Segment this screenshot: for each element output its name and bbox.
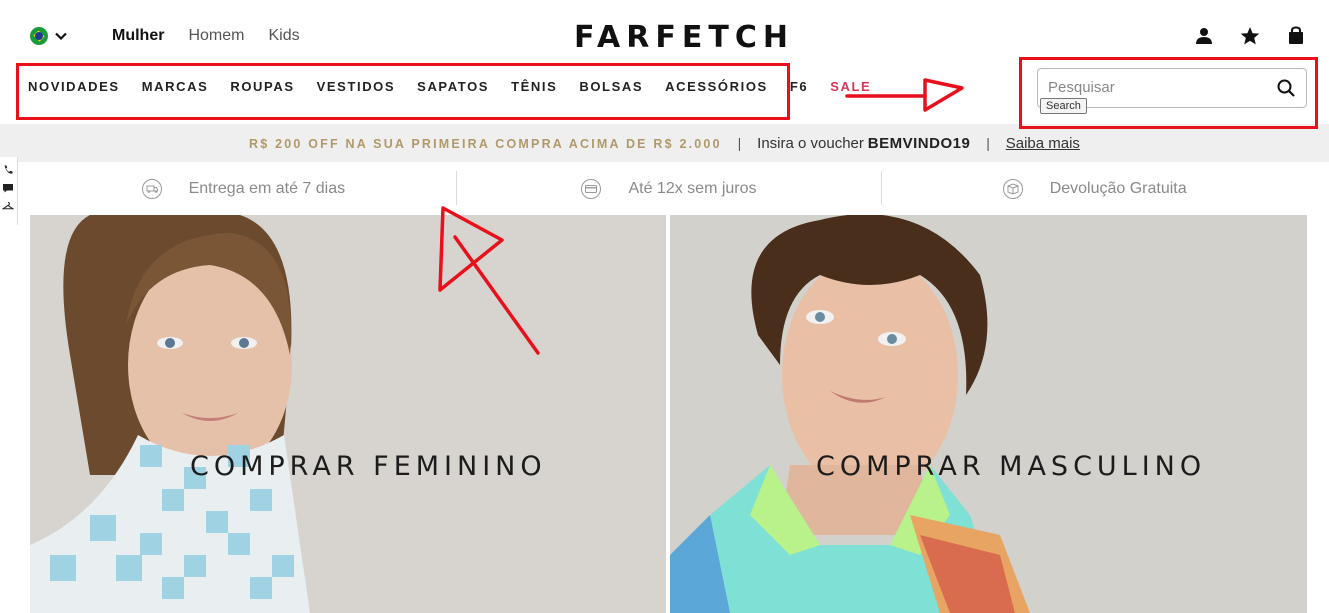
benefits-bar: Entrega em até 7 dias Até 12x sem juros … bbox=[30, 163, 1307, 215]
user-icon[interactable] bbox=[1193, 25, 1215, 47]
hero-women-label[interactable]: COMPRAR FEMININO bbox=[190, 451, 547, 482]
promo-offer: R$ 200 OFF NA SUA PRIMEIRA COMPRA ACIMA … bbox=[249, 137, 722, 151]
region-selector[interactable] bbox=[30, 27, 68, 45]
phone-icon[interactable] bbox=[2, 163, 14, 175]
promo-separator-2: | bbox=[986, 135, 990, 151]
farfetch-logo[interactable]: FARFETCH bbox=[574, 20, 794, 55]
benefit-delivery: Entrega em até 7 dias bbox=[30, 163, 456, 215]
hero-men[interactable]: COMPRAR MASCULINO bbox=[670, 215, 1307, 613]
gender-nav: Mulher Homem Kids bbox=[112, 27, 300, 45]
promo-separator: | bbox=[737, 135, 742, 151]
return-box-icon bbox=[1002, 179, 1023, 199]
farfetch-page: Mulher Homem Kids FARFETCH NOVIDADES MAR… bbox=[0, 0, 1329, 613]
promo-voucher-prefix: Insira o voucher bbox=[757, 135, 864, 152]
account-icons bbox=[1193, 25, 1307, 47]
promo-learn-more-link[interactable]: Saiba mais bbox=[1006, 135, 1080, 152]
star-icon[interactable] bbox=[1239, 25, 1261, 47]
promo-voucher-code: BEMVINDO19 bbox=[867, 135, 971, 152]
hero-women[interactable]: COMPRAR FEMININO bbox=[30, 215, 666, 613]
benefit-installments: Até 12x sem juros bbox=[455, 163, 882, 215]
gender-tab-kids[interactable]: Kids bbox=[268, 27, 299, 45]
benefit-delivery-label: Entrega em até 7 dias bbox=[188, 180, 346, 197]
gender-tab-homem[interactable]: Homem bbox=[188, 27, 244, 45]
hero-men-label[interactable]: COMPRAR MASCULINO bbox=[816, 451, 1206, 482]
annotation-box-category-nav bbox=[16, 63, 790, 120]
brazil-flag-icon bbox=[30, 27, 48, 45]
credit-card-icon bbox=[581, 179, 602, 199]
annotation-box-search bbox=[1019, 57, 1318, 129]
promo-banner: R$ 200 OFF NA SUA PRIMEIRA COMPRA ACIMA … bbox=[0, 124, 1329, 162]
benefit-returns-label: Devolução Gratuita bbox=[1049, 180, 1187, 197]
shopping-bag-icon[interactable] bbox=[1285, 25, 1307, 47]
gender-tab-mulher[interactable]: Mulher bbox=[112, 27, 164, 45]
chevron-down-icon bbox=[55, 32, 67, 41]
men-model-image bbox=[670, 215, 1030, 613]
side-toolbar bbox=[0, 157, 18, 225]
benefit-installments-label: Até 12x sem juros bbox=[628, 180, 757, 197]
benefit-returns: Devolução Gratuita bbox=[881, 163, 1307, 215]
chat-icon[interactable] bbox=[2, 181, 14, 193]
nav-item-sale[interactable]: SALE bbox=[830, 79, 871, 94]
hanger-icon[interactable] bbox=[1, 199, 15, 211]
nav-item-f6[interactable]: F6 bbox=[790, 79, 808, 94]
delivery-icon bbox=[141, 179, 162, 199]
women-model-image bbox=[30, 215, 310, 613]
